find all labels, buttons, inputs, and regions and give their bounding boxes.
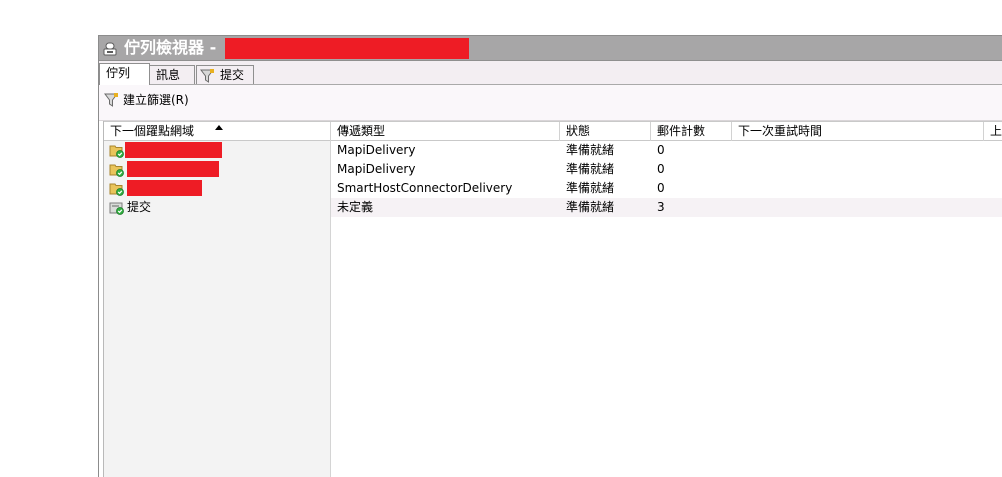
row-details: 未定義 準備就緒 3 bbox=[331, 198, 1002, 217]
cell-status: 準備就緒 bbox=[566, 200, 615, 214]
queue-folder-icon bbox=[109, 162, 124, 177]
redacted-domain bbox=[127, 180, 202, 196]
cell-delivery-type: SmartHostConnectorDelivery bbox=[337, 181, 513, 195]
queue-viewer-app-icon bbox=[103, 41, 117, 56]
create-filter-label: 建立篩選(R) bbox=[123, 93, 189, 107]
filter-icon bbox=[104, 93, 118, 107]
column-header-delivery-type[interactable]: 傳遞類型 bbox=[331, 122, 560, 141]
table-row[interactable]: 提交 未定義 準備就緒 3 bbox=[104, 198, 1002, 217]
row-details: MapiDelivery 準備就緒 0 bbox=[331, 141, 1002, 160]
cell-status: 準備就緒 bbox=[566, 162, 615, 176]
queue-list-view[interactable]: 下一個躍點網域 傳遞類型 狀態 郵件計數 下一次重試時間 上 MapiDeliv… bbox=[103, 121, 1002, 477]
column-header-last-label: 上 bbox=[990, 124, 1002, 138]
cell-status: 準備就緒 bbox=[566, 143, 615, 157]
queue-folder-icon bbox=[109, 181, 124, 196]
title-bar[interactable]: 佇列檢視器 - bbox=[99, 36, 1002, 61]
column-header-delivery-type-label: 傳遞類型 bbox=[337, 124, 386, 138]
tab-messages[interactable]: 訊息 bbox=[149, 65, 195, 84]
column-header-next-hop-domain-label: 下一個躍點網域 bbox=[110, 124, 195, 138]
row-details: MapiDelivery 準備就緒 0 bbox=[331, 160, 1002, 179]
redacted-domain bbox=[125, 142, 222, 158]
sort-ascending-icon bbox=[215, 125, 223, 130]
submission-queue-icon bbox=[109, 200, 124, 215]
tab-submission-label: 提交 bbox=[220, 68, 245, 82]
cell-message-count: 0 bbox=[657, 162, 665, 176]
column-header-last[interactable]: 上 bbox=[984, 122, 1002, 141]
cell-status: 準備就緒 bbox=[566, 181, 615, 195]
table-row[interactable]: SmartHostConnectorDelivery 準備就緒 0 bbox=[104, 179, 1002, 198]
redacted-server-name bbox=[225, 38, 469, 59]
column-header-next-hop-domain[interactable]: 下一個躍點網域 bbox=[104, 122, 331, 141]
column-header-message-count[interactable]: 郵件計數 bbox=[651, 122, 732, 141]
column-header-next-retry-time-label: 下一次重試時間 bbox=[738, 124, 823, 138]
cell-delivery-type: MapiDelivery bbox=[337, 143, 416, 157]
tab-messages-label: 訊息 bbox=[156, 68, 181, 82]
screen: 佇列檢視器 - 佇列 訊息 提交 建立篩選(R) 下一個躍點網域 傳遞類型 狀態… bbox=[0, 0, 1002, 477]
create-filter-button[interactable]: 建立篩選(R) bbox=[104, 91, 189, 109]
column-header-next-retry-time[interactable]: 下一次重試時間 bbox=[732, 122, 984, 141]
filter-icon bbox=[200, 68, 216, 84]
tab-submission[interactable]: 提交 bbox=[196, 65, 254, 84]
column-header-row: 下一個躍點網域 傳遞類型 狀態 郵件計數 下一次重試時間 上 bbox=[104, 121, 1002, 141]
column-header-status[interactable]: 狀態 bbox=[560, 122, 651, 141]
column-header-status-label: 狀態 bbox=[566, 124, 591, 138]
table-row[interactable]: MapiDelivery 準備就緒 0 bbox=[104, 141, 1002, 160]
queue-folder-icon bbox=[109, 143, 124, 158]
row-details: SmartHostConnectorDelivery 準備就緒 0 bbox=[331, 179, 1002, 198]
cell-message-count: 0 bbox=[657, 181, 665, 195]
redacted-domain bbox=[127, 161, 219, 177]
window-title: 佇列檢視器 - bbox=[124, 38, 217, 57]
cell-domain: 提交 bbox=[127, 200, 152, 214]
tab-queues-label: 佇列 bbox=[106, 66, 131, 80]
queue-viewer-window: 佇列檢視器 - 佇列 訊息 提交 建立篩選(R) 下一個躍點網域 傳遞類型 狀態… bbox=[98, 35, 1002, 477]
table-row[interactable]: MapiDelivery 準備就緒 0 bbox=[104, 160, 1002, 179]
toolbar: 建立篩選(R) bbox=[99, 85, 1002, 121]
tab-queues[interactable]: 佇列 bbox=[99, 63, 150, 85]
cell-message-count: 3 bbox=[657, 200, 665, 214]
tab-strip: 佇列 訊息 提交 bbox=[99, 61, 1002, 85]
column-header-message-count-label: 郵件計數 bbox=[657, 124, 706, 138]
cell-message-count: 0 bbox=[657, 143, 665, 157]
cell-delivery-type: MapiDelivery bbox=[337, 162, 416, 176]
cell-delivery-type: 未定義 bbox=[337, 200, 374, 214]
